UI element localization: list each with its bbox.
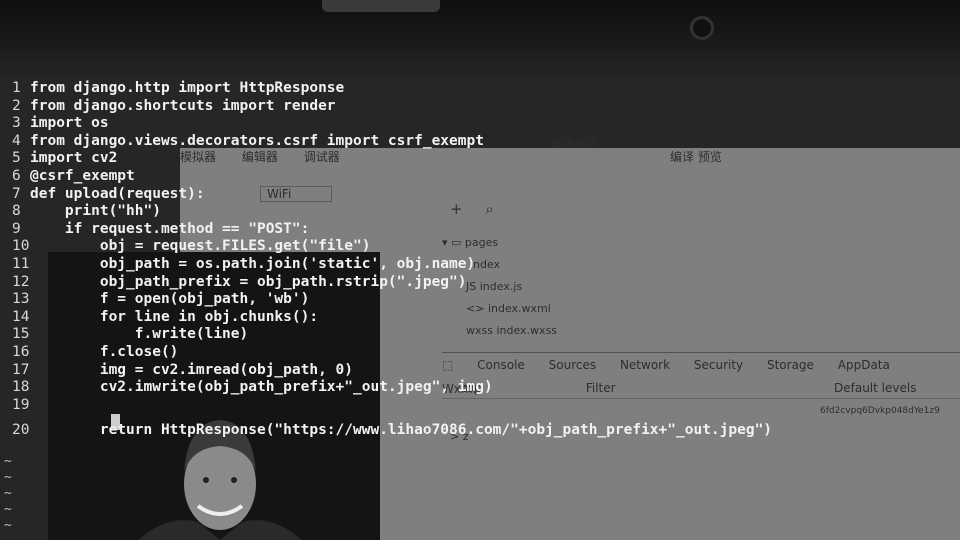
code-text: if request.method == "POST": <box>30 220 310 237</box>
line-number: 18 <box>12 379 30 396</box>
code-line: 6 @csrf_exempt <box>0 168 960 186</box>
tilde-marker: ~ <box>4 486 12 501</box>
code-text: obj = request.FILES.get("file") <box>30 238 371 255</box>
line-number: 7 <box>12 185 21 202</box>
line-number: 9 <box>12 220 21 237</box>
code-line: 4 from django.views.decorators.csrf impor… <box>0 133 960 151</box>
code-text: import os <box>30 115 109 132</box>
line-number: 2 <box>12 97 21 114</box>
code-line: 2 from django.shortcuts import render <box>0 98 960 116</box>
code-text: print("hh") <box>30 203 161 220</box>
line-number: 3 <box>12 115 21 132</box>
tilde-marker: ~ <box>4 454 12 469</box>
code-text: for line in obj.chunks(): <box>30 308 319 325</box>
code-text: f = open(obj_path, 'wb') <box>30 291 310 308</box>
line-number: 10 <box>12 238 30 255</box>
line-number: 20 <box>12 422 30 439</box>
code-line: 1 from django.http import HttpResponse <box>0 80 960 98</box>
line-number: 12 <box>12 273 30 290</box>
line-number: 17 <box>12 361 30 378</box>
code-text: f.close() <box>30 343 179 360</box>
code-text: from django.http import HttpResponse <box>30 80 345 96</box>
line-number: 5 <box>12 150 21 167</box>
line-number: 19 <box>12 396 30 413</box>
code-text: from django.shortcuts import render <box>30 97 336 114</box>
line-number: 6 <box>12 167 21 184</box>
code-editor[interactable]: 1 from django.http import HttpResponse 2f… <box>0 80 960 440</box>
line-number: 16 <box>12 343 30 360</box>
tilde-marker: ~ <box>4 470 12 485</box>
code-text: def upload(request): <box>30 185 205 202</box>
code-text: from django.views.decorators.csrf import… <box>30 132 484 149</box>
tilde-marker: ~ <box>4 502 12 517</box>
code-text: obj_path_prefix = obj_path.rstrip(".jpeg… <box>30 273 467 290</box>
screen: 普通编译 模拟器 编辑器 调试器 编译 预览 WiFi + ⌕ ▾ ▭ page… <box>0 76 960 540</box>
webcam <box>690 16 714 40</box>
code-line: 10 obj = request.FILES.get("file") <box>0 238 960 256</box>
code-text: cv2.imwrite(obj_path_prefix+"_out.jpeg",… <box>30 379 493 396</box>
code-line: 16 f.close() <box>0 344 960 362</box>
code-line: 7 def upload(request): <box>0 186 960 204</box>
line-number: 8 <box>12 203 21 220</box>
code-line: 12 obj_path_prefix = obj_path.rstrip(".j… <box>0 274 960 292</box>
code-line: 17 img = cv2.imread(obj_path, 0) <box>0 362 960 380</box>
code-text: return HttpResponse("https://www.lihao70… <box>30 422 773 439</box>
code-line: 19 <box>0 397 960 415</box>
tilde-marker: ~ <box>4 518 12 533</box>
code-line: 20 return HttpResponse("https://www.liha… <box>0 422 960 440</box>
code-line: 18 cv2.imwrite(obj_path_prefix+"_out.jpe… <box>0 379 960 397</box>
laptop-bezel <box>0 0 960 78</box>
code-line: 15 f.write(line) <box>0 326 960 344</box>
empty-line-markers: ~ ~ ~ ~ ~ <box>4 454 12 534</box>
code-text: @csrf_exempt <box>30 167 135 184</box>
text-cursor <box>111 414 120 430</box>
code-text: f.write(line) <box>30 326 249 343</box>
line-number: 1 <box>12 80 21 96</box>
line-number: 11 <box>12 255 30 272</box>
code-line: 11 obj_path = os.path.join('static', obj… <box>0 256 960 274</box>
code-line: 14 for line in obj.chunks(): <box>0 309 960 327</box>
code-text: img = cv2.imread(obj_path, 0) <box>30 361 354 378</box>
code-text: obj_path = os.path.join('static', obj.na… <box>30 255 476 272</box>
code-text: import cv2 <box>30 150 118 167</box>
line-number: 15 <box>12 326 30 343</box>
bezel-hinge <box>322 0 440 12</box>
code-line: 5 import cv2 <box>0 150 960 168</box>
line-number: 14 <box>12 308 30 325</box>
code-line: 13 f = open(obj_path, 'wb') <box>0 291 960 309</box>
code-line: 3 import os <box>0 115 960 133</box>
code-line: 8 print("hh") <box>0 203 960 221</box>
code-line: 9 if request.method == "POST": <box>0 221 960 239</box>
line-number: 4 <box>12 132 21 149</box>
line-number: 13 <box>12 291 30 308</box>
